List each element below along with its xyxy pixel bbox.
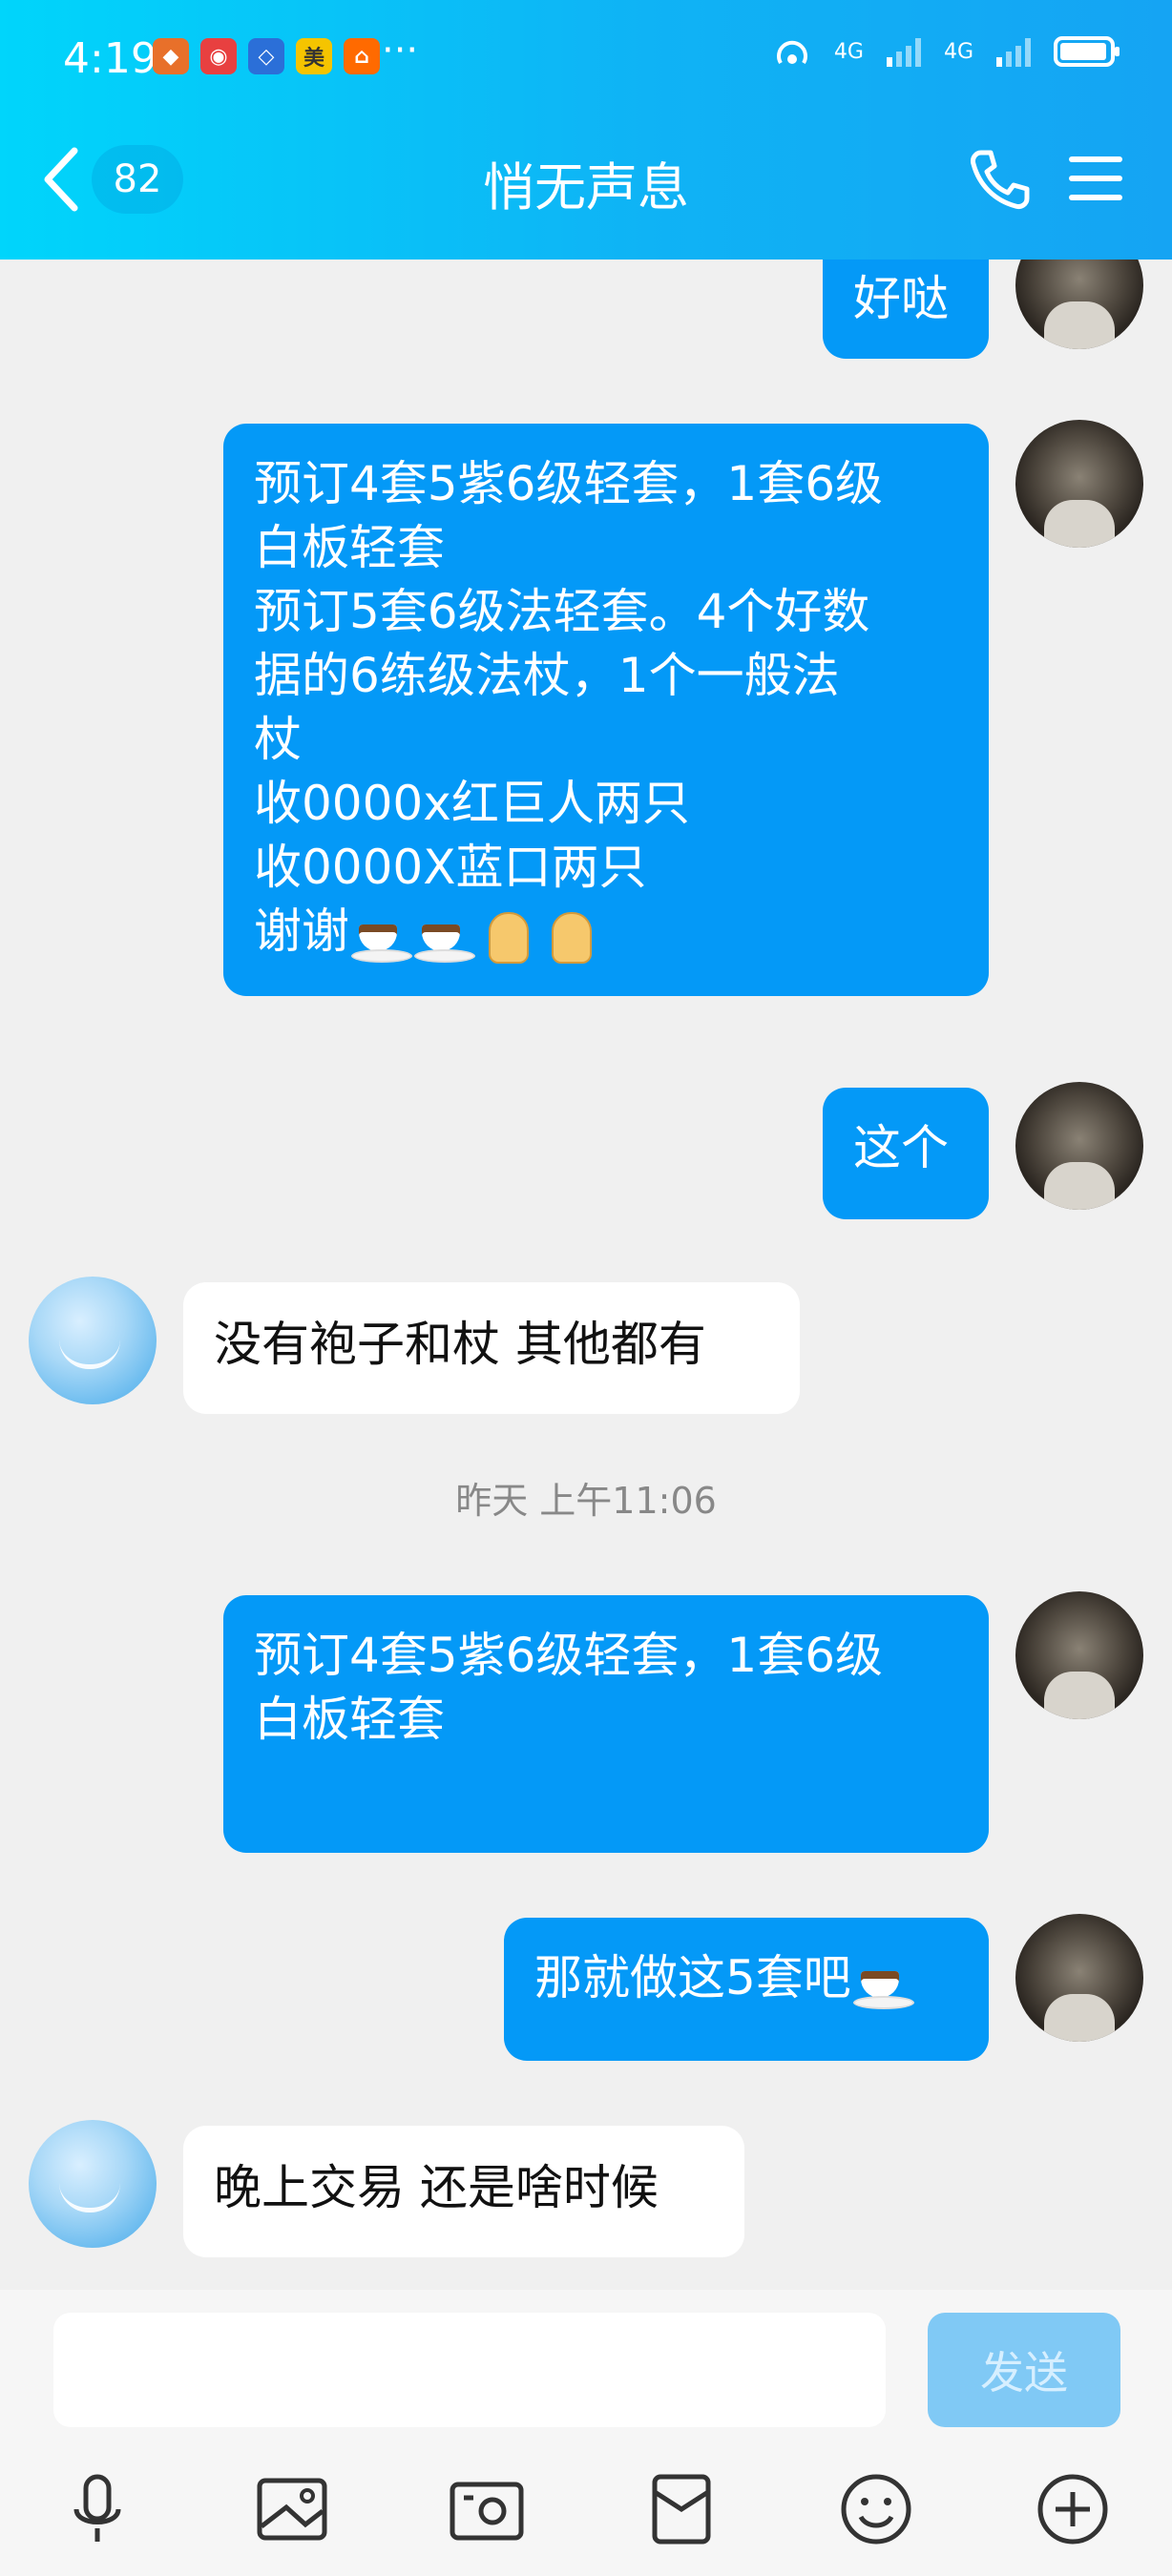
contact-avatar[interactable] bbox=[29, 2120, 157, 2248]
message-bubble-outgoing[interactable]: 那就做这5套吧 bbox=[504, 1918, 989, 2061]
my-avatar[interactable] bbox=[1015, 420, 1143, 548]
status-time: 4:19 bbox=[63, 34, 157, 83]
battery-icon bbox=[1054, 36, 1120, 67]
emoji-icon[interactable] bbox=[836, 2469, 916, 2549]
mic-icon[interactable] bbox=[57, 2469, 137, 2549]
pray-emoji-icon bbox=[538, 906, 601, 964]
message-input[interactable] bbox=[53, 2313, 886, 2427]
status-app-icons: ◆ ◉ ◇ 美 ⌂ bbox=[153, 38, 380, 74]
coffee-emoji-icon bbox=[851, 1956, 914, 2009]
message-text: 预订4套5紫6级轻套，1套6级 白板轻套 bbox=[254, 1628, 884, 1747]
app-notification-icon: ◆ bbox=[153, 38, 189, 74]
plus-icon[interactable] bbox=[1033, 2469, 1113, 2549]
weibo-icon: ◉ bbox=[200, 38, 237, 74]
pray-emoji-icon bbox=[475, 906, 538, 964]
my-avatar[interactable] bbox=[1015, 1591, 1143, 1719]
contact-avatar[interactable] bbox=[29, 1277, 157, 1404]
message-text: 这个 bbox=[853, 1120, 949, 1175]
message-text: 那就做这5套吧 bbox=[534, 1950, 851, 2005]
more-notifications-icon: ··· bbox=[382, 29, 419, 73]
message-bubble-outgoing[interactable]: 预订4套5紫6级轻套，1套6级 白板轻套 bbox=[223, 1595, 989, 1853]
send-button[interactable]: 发送 bbox=[928, 2313, 1120, 2427]
message-bubble-incoming[interactable]: 没有袍子和杖 其他都有 bbox=[183, 1282, 800, 1414]
hotspot-icon bbox=[776, 40, 807, 65]
message-text: 预订4套5紫6级轻套，1套6级 白板轻套 预订5套6级法轻套。4个好数 据的6练… bbox=[254, 456, 884, 959]
camera-icon[interactable] bbox=[447, 2469, 527, 2549]
message-timestamp: 昨天 上午11:06 bbox=[455, 1480, 717, 1522]
image-icon[interactable] bbox=[252, 2469, 332, 2549]
input-bar: 发送 bbox=[0, 2290, 1172, 2576]
signal-icon bbox=[886, 38, 921, 67]
phone-call-icon[interactable] bbox=[964, 143, 1036, 216]
message-text: 好哒 bbox=[853, 271, 949, 326]
message-bubble-outgoing[interactable]: 好哒 bbox=[823, 260, 989, 359]
red-packet-icon[interactable] bbox=[641, 2469, 722, 2549]
my-avatar[interactable] bbox=[1015, 1914, 1143, 2042]
my-avatar[interactable] bbox=[1015, 260, 1143, 349]
app-notification-icon: ◇ bbox=[248, 38, 284, 74]
message-text: 晚上交易 还是啥时候 bbox=[214, 2160, 659, 2215]
chat-header: 4:19 ◆ ◉ ◇ 美 ⌂ ··· 4G 4G 82 悄无声息 bbox=[0, 0, 1172, 260]
coffee-emoji-icon bbox=[349, 909, 412, 963]
message-bubble-outgoing[interactable]: 预订4套5紫6级轻套，1套6级 白板轻套 预订5套6级法轻套。4个好数 据的6练… bbox=[223, 424, 989, 996]
network-4g-label: 4G bbox=[833, 39, 864, 64]
message-bubble-incoming[interactable]: 晚上交易 还是啥时候 bbox=[183, 2126, 744, 2257]
menu-icon[interactable] bbox=[1067, 153, 1124, 204]
signal-icon-2 bbox=[996, 38, 1031, 67]
status-right: 4G 4G bbox=[771, 34, 1120, 69]
message-text: 没有袍子和杖 其他都有 bbox=[214, 1317, 706, 1372]
meituan-icon: 美 bbox=[296, 38, 332, 74]
network-4g-label-2: 4G bbox=[943, 39, 973, 64]
coffee-emoji-icon bbox=[412, 909, 475, 963]
home-app-icon: ⌂ bbox=[344, 38, 380, 74]
message-bubble-outgoing[interactable]: 这个 bbox=[823, 1088, 989, 1219]
my-avatar[interactable] bbox=[1015, 1082, 1143, 1210]
message-list[interactable]: 好哒 预订4套5紫6级轻套，1套6级 白板轻套 预订5套6级法轻套。4个好数 据… bbox=[0, 260, 1172, 2290]
